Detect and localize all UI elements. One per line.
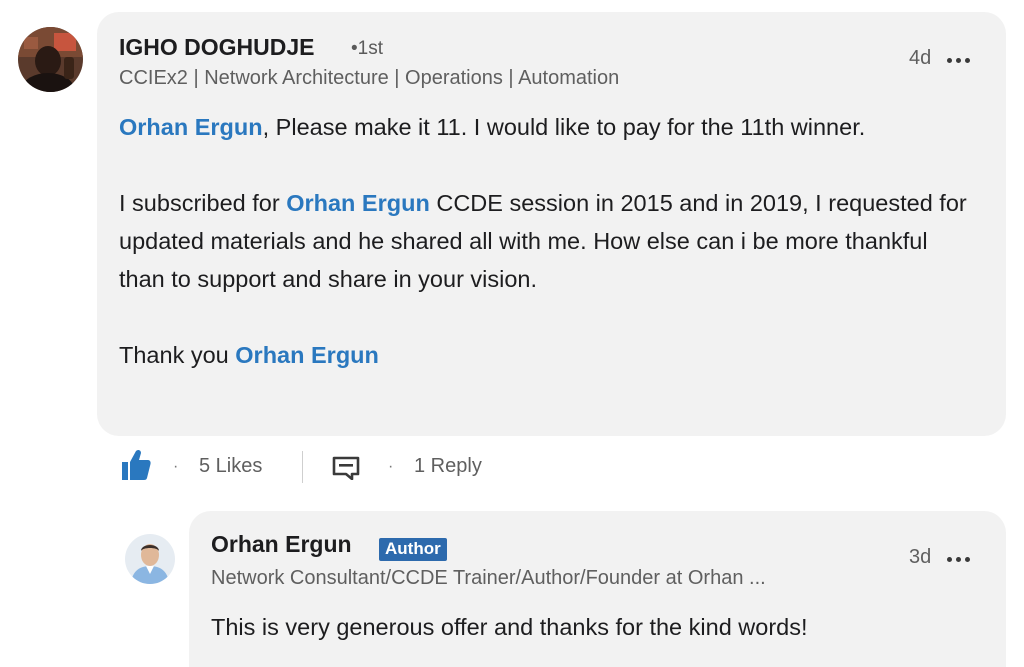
commenter-avatar[interactable] — [18, 27, 83, 92]
reply-bubble: Orhan Ergun Author Network Consultant/CC… — [189, 511, 1006, 667]
separator-dot: · — [388, 458, 394, 475]
comment-text: , Please make it 11. I would like to pay… — [262, 114, 866, 140]
comment-bubble: IGHO DOGHUDJE •1st CCIEx2 | Network Arch… — [97, 12, 1006, 436]
replier-name[interactable]: Orhan Ergun — [211, 531, 352, 558]
reply-count[interactable]: 1 Reply — [414, 455, 482, 478]
reply-timestamp: 3d — [909, 546, 932, 568]
connection-degree: •1st — [351, 38, 383, 59]
comment-paragraph: Thank you Orhan Ergun — [119, 336, 979, 374]
more-options-icon[interactable] — [947, 554, 975, 564]
comment-paragraph: I subscribed for Orhan Ergun CCDE sessio… — [119, 184, 979, 298]
mention-link[interactable]: Orhan Ergun — [286, 190, 430, 216]
comment-thread: IGHO DOGHUDJE •1st CCIEx2 | Network Arch… — [0, 0, 1024, 667]
comment-paragraph: Orhan Ergun, Please make it 11. I would … — [119, 108, 979, 146]
user-photo-icon — [125, 534, 175, 584]
commenter-headline: CCIEx2 | Network Architecture | Operatio… — [119, 67, 620, 89]
comment-icon[interactable] — [332, 456, 360, 481]
comment-text: I subscribed for — [119, 190, 287, 216]
comment-body: Orhan Ergun, Please make it 11. I would … — [119, 108, 979, 374]
thumbs-up-icon[interactable] — [120, 448, 152, 482]
commenter-name[interactable]: IGHO DOGHUDJE — [119, 34, 315, 61]
reply-body: This is very generous offer and thanks f… — [211, 614, 808, 640]
user-photo-icon — [18, 27, 83, 92]
more-options-icon[interactable] — [947, 55, 975, 65]
likes-count[interactable]: 5 Likes — [199, 455, 262, 478]
replier-avatar[interactable] — [125, 534, 175, 584]
divider — [302, 451, 303, 483]
replier-headline: Network Consultant/CCDE Trainer/Author/F… — [211, 567, 766, 589]
author-badge: Author — [379, 538, 447, 561]
mention-link[interactable]: Orhan Ergun — [235, 342, 379, 368]
comment-text: Thank you — [119, 342, 236, 368]
comment-timestamp: 4d — [909, 47, 932, 69]
mention-link[interactable]: Orhan Ergun — [119, 114, 263, 140]
separator-dot: · — [173, 458, 179, 475]
